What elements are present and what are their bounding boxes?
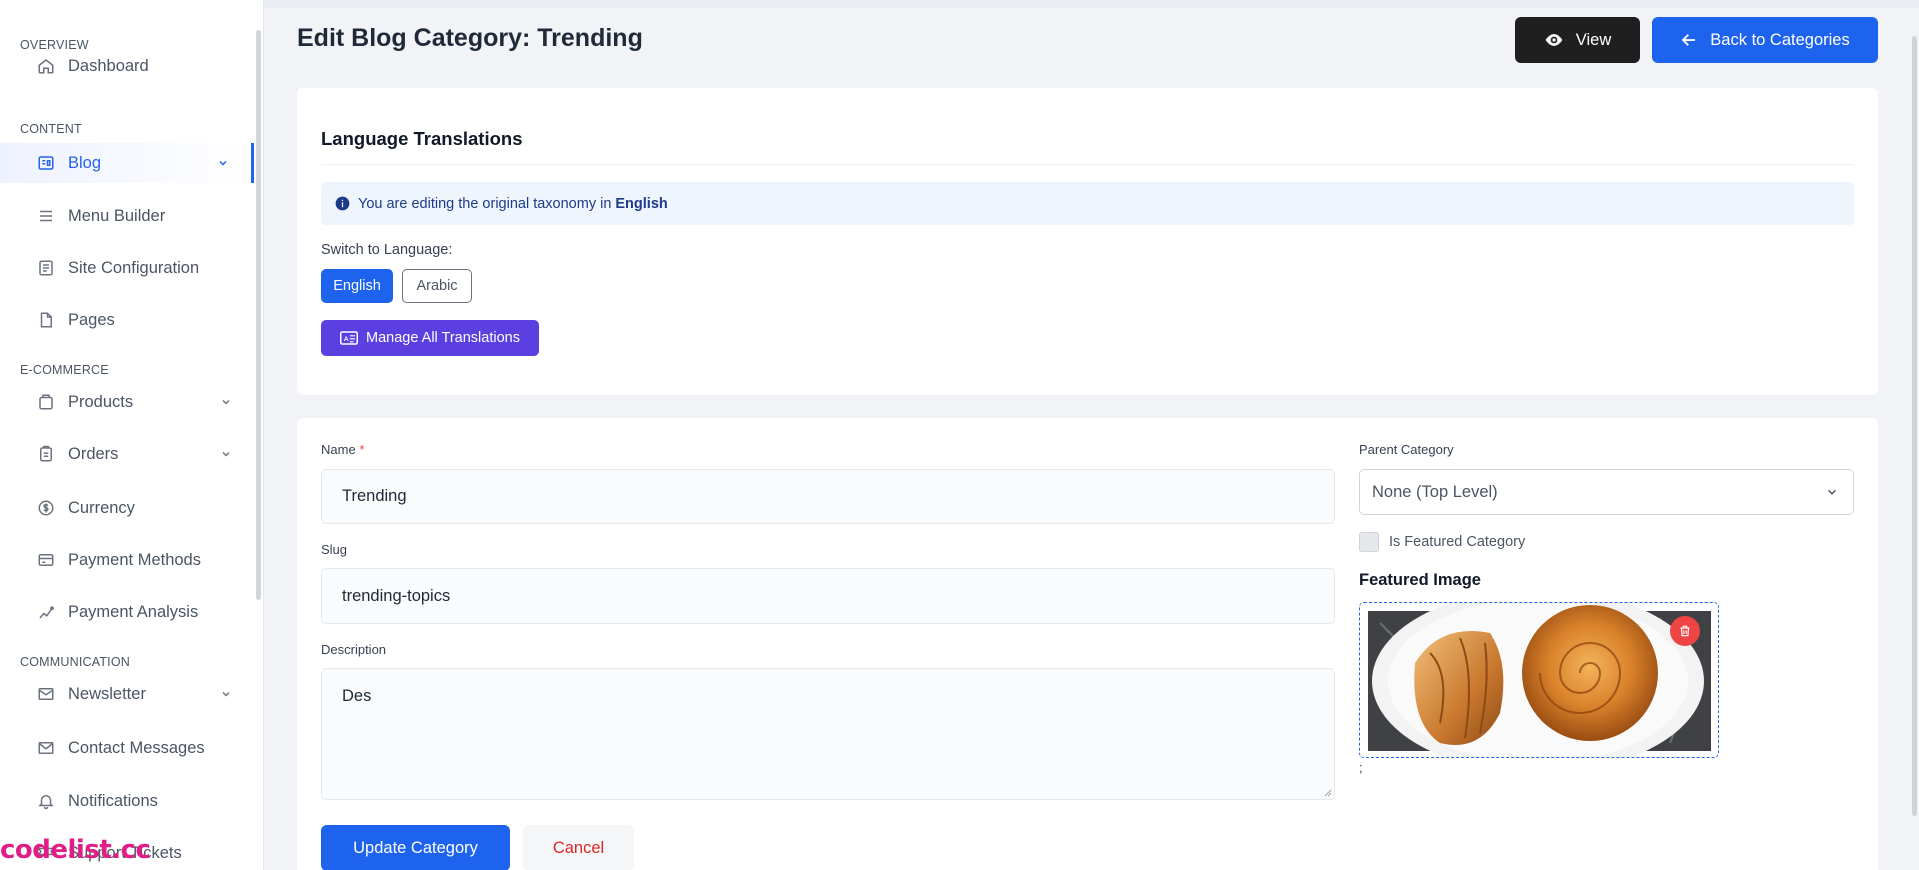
cancel-button[interactable]: Cancel [523,825,634,870]
currency-icon [36,498,56,518]
envelope-icon [36,738,56,758]
svg-text:A: A [344,336,349,343]
sidebar-item-label: Newsletter [68,684,146,703]
image-caption: ; [1359,760,1363,775]
page-icon [36,310,56,330]
sidebar-item-payment-methods[interactable]: Payment Methods [0,540,254,580]
delete-image-button[interactable] [1670,616,1700,646]
menu-icon [36,206,56,226]
sidebar-item-notifications[interactable]: Notifications [0,781,254,821]
sidebar: OVERVIEW Dashboard CONTENT Blog Menu Bui… [0,0,264,870]
featured-checkbox[interactable] [1359,532,1379,552]
box-icon [36,392,56,412]
trash-icon [1680,625,1690,637]
sidebar-item-label: Site Configuration [68,258,200,277]
sidebar-item-pages[interactable]: Pages [0,300,254,340]
sidebar-item-label: Notifications [68,791,158,810]
switch-language-label: Switch to Language: [321,242,453,258]
translations-title: Language Translations [321,128,523,149]
card-icon [36,550,56,570]
back-button-label: Back to Categories [1710,30,1850,49]
sidebar-scrollbar[interactable] [256,30,261,600]
language-button-arabic[interactable]: Arabic [402,269,472,303]
info-text: You are editing the original taxonomy in [358,195,612,212]
section-label-communication: COMMUNICATION [20,655,130,669]
sidebar-item-label: Orders [68,444,119,463]
parent-category-select[interactable]: None (Top Level) [1359,469,1854,515]
divider [321,164,1854,165]
sidebar-item-label: Payment Analysis [68,602,199,621]
home-icon [36,56,56,76]
view-button[interactable]: View [1515,17,1640,63]
sidebar-item-label: Payment Methods [68,550,201,569]
sidebar-item-newsletter[interactable]: Newsletter [0,674,254,714]
chevron-down-icon [220,446,232,465]
parent-category-label: Parent Category [1359,442,1454,457]
translations-card: Language Translations You are editing th… [297,88,1878,395]
description-label: Description [321,642,387,657]
eye-icon [1545,34,1563,46]
chevron-down-icon [220,394,232,413]
sidebar-item-label: Menu Builder [68,206,166,225]
sidebar-item-label: Contact Messages [68,738,205,757]
info-alert: You are editing the original taxonomy in… [321,182,1854,225]
chevron-down-icon [1825,485,1839,504]
update-category-button[interactable]: Update Category [321,825,510,870]
bell-icon [36,791,56,811]
sidebar-item-dashboard[interactable]: Dashboard [0,46,254,86]
back-to-categories-button[interactable]: Back to Categories [1652,17,1878,63]
sidebar-item-orders[interactable]: Orders [0,434,254,474]
category-form-card: Name * Trending Slug trending-topics Des… [297,418,1878,870]
sidebar-item-label: Dashboard [68,56,149,75]
info-language: English [615,195,668,212]
sidebar-item-label: Products [68,392,134,411]
name-input[interactable]: Trending [321,469,1335,524]
manage-translations-button[interactable]: A Manage All Translations [321,320,539,356]
chevron-down-icon [217,155,229,174]
slug-input[interactable]: trending-topics [321,568,1335,624]
sidebar-item-label: Currency [68,498,135,517]
featured-checkbox-label: Is Featured Category [1389,534,1526,550]
chevron-down-icon [220,686,232,705]
sidebar-item-blog[interactable]: Blog [0,143,254,183]
required-mark: * [359,442,365,457]
sidebar-item-contact-messages[interactable]: Contact Messages [0,728,254,768]
slug-label: Slug [321,542,348,557]
clipboard-icon [36,444,56,464]
mail-icon [36,684,56,704]
sidebar-item-payment-analysis[interactable]: Payment Analysis [0,592,254,632]
sidebar-item-currency[interactable]: Currency [0,488,254,528]
analysis-icon [36,602,56,622]
main-scrollbar[interactable] [1912,36,1917,816]
sidebar-item-label: Pages [68,310,115,329]
info-icon [335,196,350,211]
name-label-text: Name [321,442,356,457]
slug-input-value: trending-topics [342,586,451,605]
page-title: Edit Blog Category: Trending [297,24,643,52]
section-label-content: CONTENT [20,122,82,136]
croissant-image [1360,603,1718,757]
featured-image-title: Featured Image [1359,571,1481,589]
parent-category-value: None (Top Level) [1372,482,1498,501]
sidebar-item-products[interactable]: Products [0,382,254,422]
resize-handle-icon[interactable] [1322,787,1332,797]
blog-icon [36,153,56,173]
description-value: Des [342,687,372,705]
manage-translations-label: Manage All Translations [366,330,520,346]
name-input-value: Trending [342,487,407,505]
featured-image-preview[interactable] [1359,602,1719,758]
name-label: Name * [321,442,364,457]
arrow-left-icon [1681,34,1696,46]
config-icon [36,258,56,278]
language-icon: A [340,331,359,345]
top-strip [264,0,1919,8]
sidebar-item-label: Blog [68,153,102,172]
section-label-ecommerce: E-COMMERCE [20,363,109,377]
description-textarea[interactable]: Des [321,668,1335,800]
watermark-text: codelist.cc [0,835,151,865]
sidebar-item-site-configuration[interactable]: Site Configuration [0,248,254,288]
sidebar-item-menu-builder[interactable]: Menu Builder [0,196,254,236]
language-button-english[interactable]: English [321,269,393,303]
view-button-label: View [1575,30,1612,49]
